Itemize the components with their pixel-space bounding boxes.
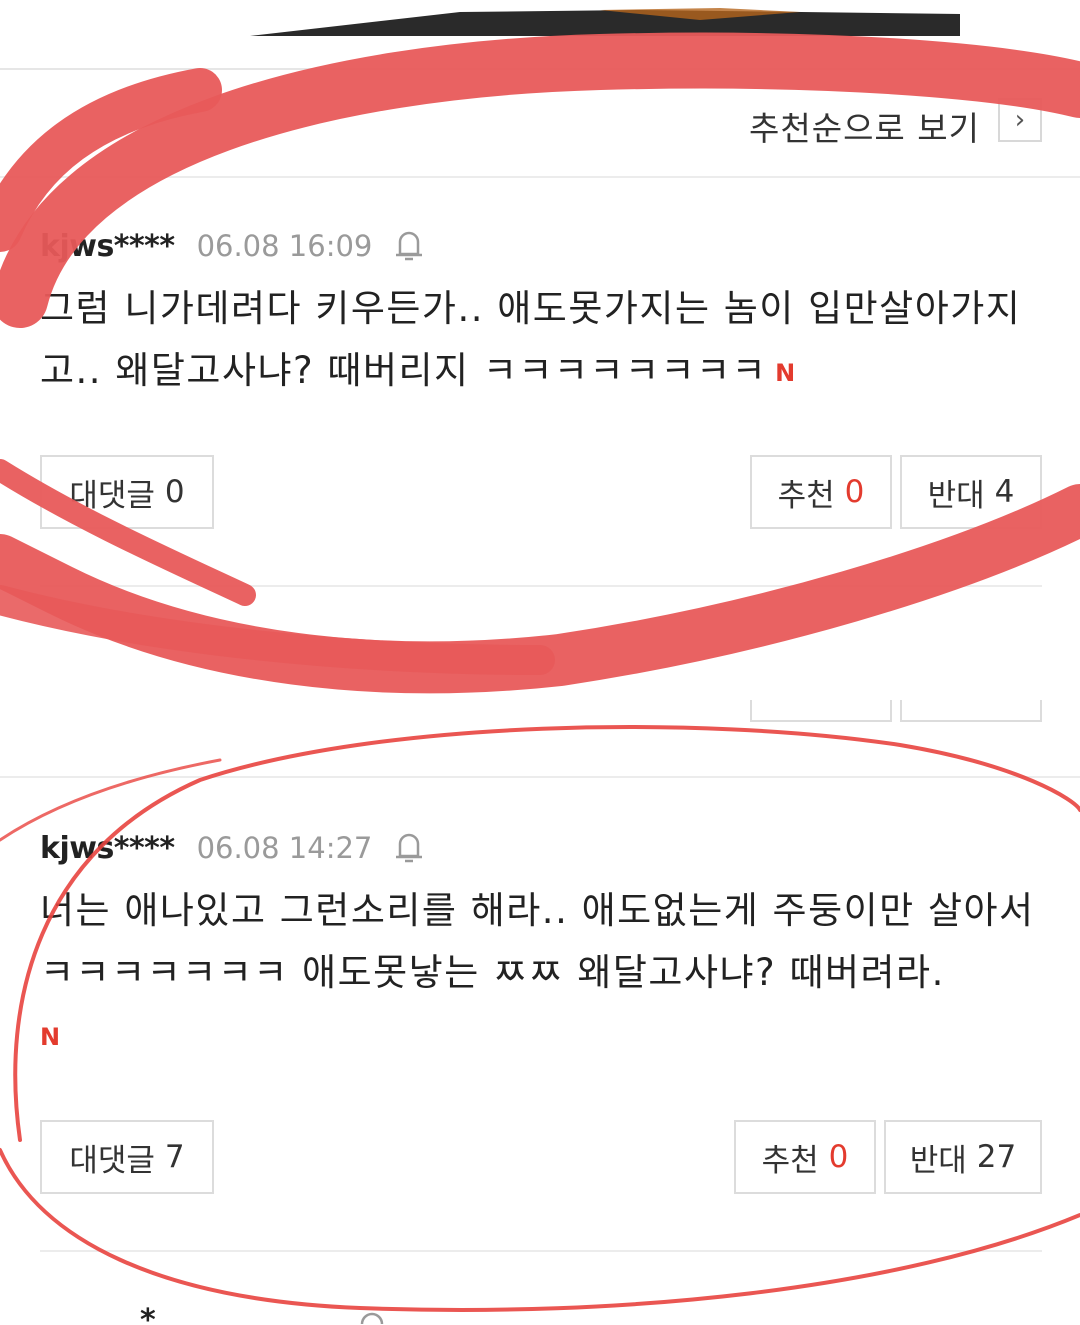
reply-button[interactable]: 대댓글 0 bbox=[40, 455, 214, 529]
svg-text:*: * bbox=[140, 1303, 156, 1325]
sort-by-recommend-link[interactable]: 추천순으로 보기 bbox=[749, 102, 980, 150]
bell-icon[interactable] bbox=[394, 832, 424, 864]
recommend-button[interactable]: 추천 0 bbox=[734, 1120, 876, 1194]
comment-meta: kjws**** 06.08 14:27 bbox=[40, 828, 424, 868]
cut-off-comment: * bbox=[140, 1303, 384, 1325]
comment-username[interactable]: kjws**** bbox=[40, 831, 175, 866]
comment-timestamp: 06.08 16:09 bbox=[196, 229, 373, 263]
comment-divider bbox=[0, 776, 1080, 778]
sort-bar: 추천순으로 보기 › bbox=[0, 70, 1080, 176]
chevron-right-icon[interactable]: › bbox=[998, 98, 1042, 142]
comment-text: 그럼 니가데려다 키우든가.. 애도못가지는 놈이 입만살아가지고.. 왜달고사… bbox=[40, 287, 1022, 392]
cropped-image-strip bbox=[250, 8, 960, 36]
section-divider bbox=[0, 176, 1080, 178]
hidden-button bbox=[750, 700, 892, 722]
oppose-button[interactable]: 반대 27 bbox=[884, 1120, 1042, 1194]
hidden-comment-buttons bbox=[750, 700, 1042, 722]
comment-timestamp: 06.08 14:27 bbox=[196, 831, 373, 865]
comment-meta: kjws**** 06.08 16:09 bbox=[40, 226, 424, 266]
comment-divider bbox=[40, 585, 1042, 587]
new-badge-icon: N bbox=[40, 1022, 62, 1051]
comment-username[interactable]: kjws**** bbox=[40, 229, 175, 264]
comment-text: 너는 애나있고 그런소리를 해라.. 애도없는게 주둥이만 살아서 ㅋㅋㅋㅋㅋㅋ… bbox=[40, 889, 1035, 1051]
recommend-button[interactable]: 추천 0 bbox=[750, 455, 892, 529]
hidden-button bbox=[900, 700, 1042, 722]
bell-icon[interactable] bbox=[394, 230, 424, 262]
comment-divider bbox=[40, 1250, 1042, 1252]
oppose-button[interactable]: 반대 4 bbox=[900, 455, 1042, 529]
new-badge-icon: N bbox=[775, 358, 797, 387]
comment-item: kjws**** 06.08 14:27 너는 애나있고 그런소리를 해라.. … bbox=[40, 828, 1042, 1068]
reply-button[interactable]: 대댓글 7 bbox=[40, 1120, 214, 1194]
